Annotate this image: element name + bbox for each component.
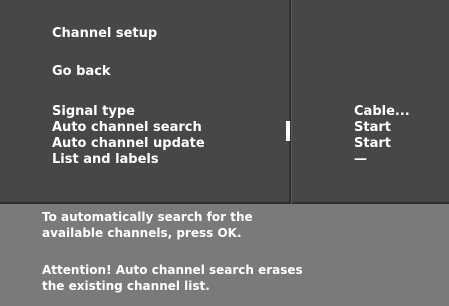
help-text-line-2: available channels, press OK.	[42, 226, 242, 240]
help-text-line-3: Attention! Auto channel search erases	[42, 263, 303, 277]
value-auto-channel-update[interactable]: Start	[354, 136, 391, 152]
menu-item-list-and-labels[interactable]: List and labels	[52, 152, 159, 168]
help-text-line-4: the existing channel list.	[42, 279, 210, 293]
menu-panel: Channel setup Go back Signal type Auto c…	[0, 0, 291, 204]
menu-item-auto-channel-update[interactable]: Auto channel update	[52, 136, 205, 152]
selection-cursor	[286, 121, 290, 141]
menu-item-signal-type[interactable]: Signal type	[52, 104, 135, 120]
value-signal-type[interactable]: Cable...	[354, 104, 410, 120]
menu-item-auto-channel-search[interactable]: Auto channel search	[52, 120, 202, 136]
tv-setup-screen: Channel setup Go back Signal type Auto c…	[0, 0, 449, 306]
value-auto-channel-search[interactable]: Start	[354, 120, 391, 136]
help-text-line-1: To automatically search for the	[42, 210, 253, 224]
help-panel: To automatically search for the availabl…	[0, 204, 449, 306]
menu-title: Channel setup	[52, 26, 158, 41]
value-list-and-labels[interactable]: —	[354, 152, 367, 168]
value-panel	[292, 0, 449, 204]
go-back-item[interactable]: Go back	[52, 64, 111, 80]
